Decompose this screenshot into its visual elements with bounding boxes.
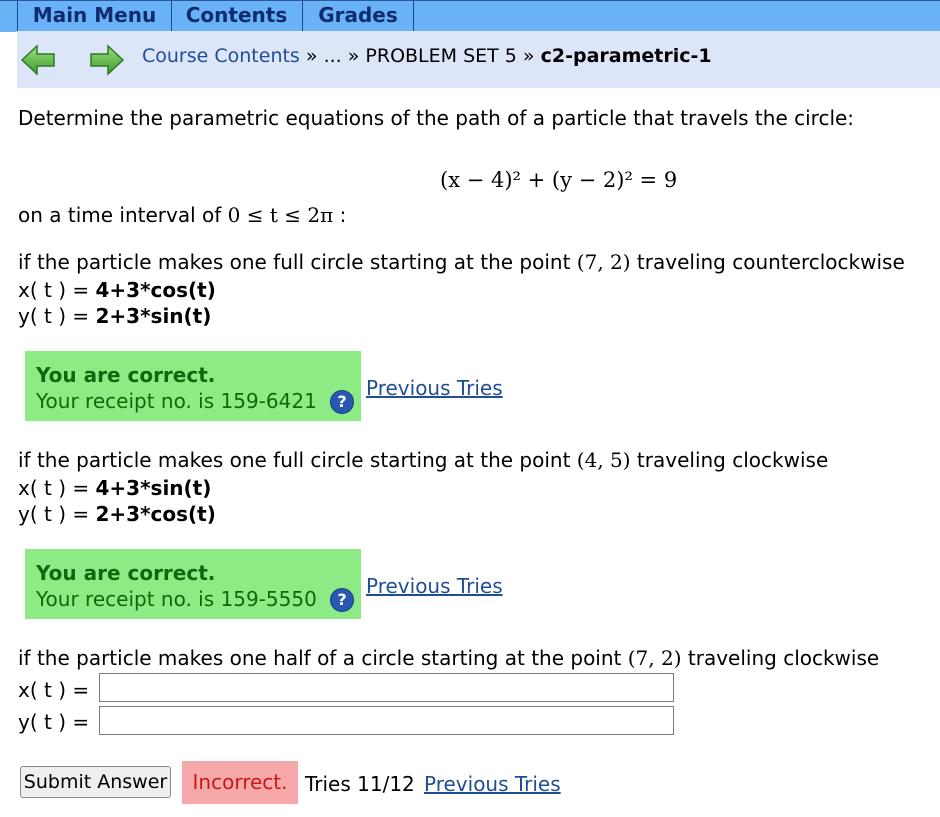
help-icon[interactable]: ?: [330, 588, 354, 612]
incorrect-status-badge: Incorrect.: [182, 761, 298, 804]
x-answer-value: 4+3*cos(t): [95, 278, 216, 302]
breadcrumb: Course Contents » ... » PROBLEM SET 5 » …: [142, 45, 712, 67]
y-answer-value: 2+3*sin(t): [95, 304, 212, 328]
part3-x-label: x( t ) =: [18, 678, 90, 702]
circle-equation: (x − 4)² + (y − 2)² = 9: [440, 168, 678, 192]
interval-math: 0 ≤ t ≤ 2π: [227, 203, 334, 227]
submit-answer-button[interactable]: Submit Answer: [20, 766, 171, 798]
part2-y-answer: y( t ) = 2+3*cos(t): [18, 502, 216, 526]
part1-correct-box: You are correct. Your receipt no. is 159…: [25, 351, 361, 421]
part1-x-answer: x( t ) = 4+3*cos(t): [18, 278, 216, 302]
interval-prefix: on a time interval of: [18, 203, 228, 227]
breadcrumb-separator: »: [516, 45, 541, 67]
part3-y-label: y( t ) =: [18, 710, 90, 734]
tab-main-menu[interactable]: Main Menu: [17, 1, 172, 31]
part2-point: (4, 5): [576, 448, 631, 472]
correct-message: You are correct.: [36, 561, 216, 585]
tries-count: Tries 11/12: [305, 772, 415, 796]
interval-suffix: :: [333, 203, 347, 227]
part2-correct-box: You are correct. Your receipt no. is 159…: [25, 549, 361, 619]
forward-arrow-icon[interactable]: [89, 43, 125, 77]
problem-prompt: Determine the parametric equations of th…: [18, 106, 855, 130]
tab-grades[interactable]: Grades: [303, 1, 414, 31]
y-label: y( t ) =: [18, 304, 96, 328]
y-t-input[interactable]: [99, 706, 674, 735]
part1-point: (7, 2): [576, 250, 631, 274]
part2-question-text: if the particle makes one full circle st…: [18, 448, 577, 472]
breadcrumb-current: c2-parametric-1: [540, 45, 712, 67]
top-nav: Main Menu Contents Grades: [0, 0, 940, 32]
back-arrow-icon[interactable]: [20, 43, 56, 77]
x-t-input[interactable]: [99, 673, 674, 702]
breadcrumb-course-contents[interactable]: Course Contents: [142, 45, 300, 67]
breadcrumb-ellipsis: ...: [323, 45, 342, 67]
receipt-number: Your receipt no. is 159-5550: [36, 587, 317, 611]
x-label: x( t ) =: [18, 476, 96, 500]
part3-direction: traveling clockwise: [681, 646, 880, 670]
y-answer-value: 2+3*cos(t): [95, 502, 216, 526]
part1-question-text: if the particle makes one full circle st…: [18, 250, 577, 274]
part1-direction: traveling counterclockwise: [630, 250, 905, 274]
part3-point: (7, 2): [627, 646, 682, 670]
correct-message: You are correct.: [36, 363, 216, 387]
part1-y-answer: y( t ) = 2+3*sin(t): [18, 304, 211, 328]
time-interval: on a time interval of 0 ≤ t ≤ 2π :: [18, 203, 346, 227]
part3-question: if the particle makes one half of a circ…: [18, 646, 879, 670]
part3-question-text: if the particle makes one half of a circ…: [18, 646, 628, 670]
breadcrumb-separator: »: [341, 45, 366, 67]
breadcrumb-problem-set[interactable]: PROBLEM SET 5: [365, 45, 516, 67]
part2-direction: traveling clockwise: [630, 448, 829, 472]
breadcrumb-separator: »: [299, 45, 324, 67]
help-icon[interactable]: ?: [330, 390, 354, 414]
receipt-number: Your receipt no. is 159-6421: [36, 389, 317, 413]
y-label: y( t ) =: [18, 502, 96, 526]
x-label: x( t ) =: [18, 278, 96, 302]
part2-question: if the particle makes one full circle st…: [18, 448, 828, 472]
part1-previous-tries-link[interactable]: Previous Tries: [366, 376, 503, 400]
part2-x-answer: x( t ) = 4+3*sin(t): [18, 476, 211, 500]
breadcrumb-bar: Course Contents » ... » PROBLEM SET 5 » …: [17, 31, 940, 88]
x-answer-value: 4+3*sin(t): [95, 476, 212, 500]
part1-question: if the particle makes one full circle st…: [18, 250, 905, 274]
part3-previous-tries-link[interactable]: Previous Tries: [424, 772, 561, 796]
part2-previous-tries-link[interactable]: Previous Tries: [366, 574, 503, 598]
tab-contents[interactable]: Contents: [171, 1, 303, 31]
